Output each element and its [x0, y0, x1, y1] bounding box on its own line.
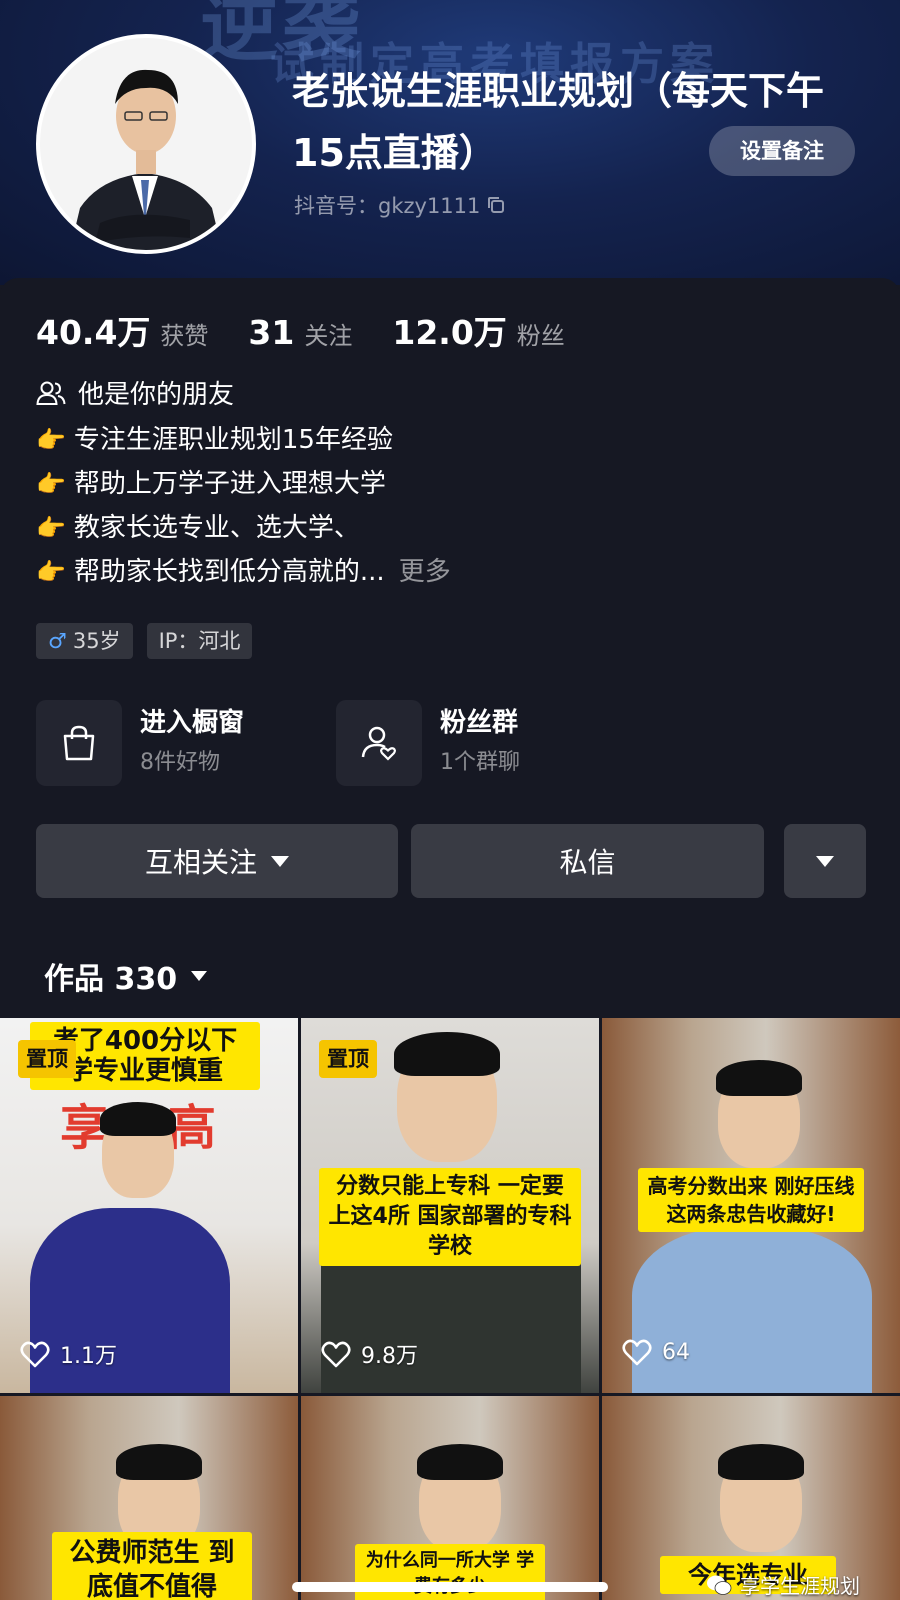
stats-row: 40.4万 获赞 31 关注 12.0万 粉丝 — [36, 306, 605, 354]
following-label[interactable]: 关注 — [304, 316, 352, 351]
thumbnail-person-body — [632, 1228, 872, 1393]
pinned-badge: 置顶 — [18, 1040, 76, 1078]
watermark: 享学生涯规划 — [706, 1570, 860, 1599]
profile-panel: 40.4万 获赞 31 关注 12.0万 粉丝 他是你的朋友 👉 专注生涯职业规… — [0, 278, 900, 1018]
shop-row: 进入橱窗 8件好物 粉丝群 1个群聊 — [36, 700, 866, 786]
video-likes: 9.8万 — [321, 1338, 418, 1370]
set-remark-button[interactable]: 设置备注 — [709, 126, 855, 176]
home-indicator[interactable] — [292, 1582, 608, 1592]
following-count[interactable]: 31 — [248, 313, 294, 352]
mutual-follow-label: 互相关注 — [144, 846, 257, 879]
shopping-bag-icon — [63, 725, 95, 761]
shop-text: 进入橱窗 8件好物 — [140, 703, 244, 783]
shop-window-title: 进入橱窗 — [140, 708, 245, 738]
pointing-finger-icon: 👉 — [36, 470, 66, 498]
thumbnail-person-hair — [716, 1060, 802, 1096]
message-label: 私信 — [559, 846, 616, 879]
profile-banner: 逆袭 试制定高考填报方案 老张说生涯职业规划（每天下午15点直播） 设置备注 抖… — [0, 0, 900, 285]
friend-indicator: 他是你的朋友 — [36, 374, 234, 411]
friends-icon — [36, 381, 66, 405]
pointing-finger-icon: 👉 — [36, 426, 66, 454]
bio-text: 帮助上万学子进入理想大学 — [73, 469, 386, 499]
fan-group-subtitle: 1个群聊 — [440, 750, 520, 775]
bio-more-link[interactable]: 更多 — [399, 550, 451, 594]
fan-group-entry[interactable]: 粉丝群 1个群聊 — [336, 700, 520, 786]
copy-icon[interactable] — [486, 195, 506, 215]
heart-icon — [622, 1339, 652, 1366]
more-options-button[interactable] — [784, 824, 866, 898]
mutual-follow-button[interactable]: 互相关注 — [36, 824, 398, 898]
pointing-finger-icon: 👉 — [36, 558, 66, 586]
message-button[interactable]: 私信 — [411, 824, 764, 898]
bio-text: 教家长选专业、选大学、 — [73, 513, 360, 543]
video-caption: 分数只能上专科 一定要上这4所 国家部署的专科学校 — [319, 1168, 581, 1266]
chevron-down-icon — [816, 855, 834, 867]
fan-group-title: 粉丝群 — [440, 708, 519, 738]
douyin-id[interactable]: 抖音号：gkzy1111 — [294, 190, 506, 220]
video-tile[interactable]: 高考分数出来 刚好压线 这两条忠告收藏好! 64 — [602, 1018, 900, 1393]
works-label: 作品 330 — [44, 962, 178, 997]
video-tile[interactable]: 分数只能上专科 一定要上这4所 国家部署的专科学校 置顶 9.8万 — [301, 1018, 599, 1393]
bio-text: 帮助家长找到低分高就的... — [73, 557, 385, 587]
video-caption: 高考分数出来 刚好压线 这两条忠告收藏好! — [638, 1168, 864, 1232]
pinned-badge: 置顶 — [319, 1040, 377, 1078]
shop-icon-box — [36, 700, 122, 786]
thumbnail-person-hair — [100, 1102, 176, 1136]
followers-label[interactable]: 粉丝 — [517, 316, 565, 351]
video-tile[interactable]: 为什么同一所大学 学费有多少 — [301, 1396, 599, 1600]
watermark-text: 享学生涯规划 — [740, 1574, 860, 1598]
video-likes: 1.1万 — [20, 1338, 117, 1370]
thumbnail-person-hair — [394, 1032, 500, 1076]
wechat-icon — [707, 1575, 732, 1595]
ip-tag: IP：河北 — [146, 623, 253, 659]
heart-icon — [321, 1341, 351, 1368]
video-tile[interactable]: 公费师范生 到底值不值得 — [0, 1396, 298, 1600]
video-caption: 公费师范生 到底值不值得 — [52, 1532, 252, 1600]
likes-count-text: 64 — [662, 1339, 690, 1365]
fan-group-icon-box — [336, 700, 422, 786]
age-text: 35岁 — [72, 629, 121, 653]
bio-line: 👉 专注生涯职业规划15年经验 — [36, 418, 856, 462]
bio-line: 👉 帮助上万学子进入理想大学 — [36, 462, 856, 506]
ip-text: IP：河北 — [158, 629, 241, 653]
likes-count[interactable]: 40.4万 — [36, 306, 150, 354]
avatar-portrait — [40, 38, 252, 250]
fan-group-icon — [361, 726, 396, 761]
video-likes: 64 — [622, 1338, 690, 1366]
heart-icon — [20, 1341, 50, 1368]
bio-text: 专注生涯职业规划15年经验 — [73, 425, 393, 455]
likes-count-text: 9.8万 — [361, 1344, 418, 1369]
likes-label[interactable]: 获赞 — [160, 316, 208, 351]
profile-tags: ♂ 35岁 IP：河北 — [36, 623, 253, 659]
followers-count[interactable]: 12.0万 — [392, 306, 506, 354]
thumbnail-person-hair — [116, 1444, 202, 1480]
fan-group-text: 粉丝群 1个群聊 — [440, 703, 520, 783]
likes-count-text: 1.1万 — [60, 1344, 117, 1369]
avatar[interactable] — [36, 34, 256, 254]
chevron-down-icon — [191, 971, 208, 981]
shop-window-subtitle: 8件好物 — [140, 750, 220, 775]
action-buttons: 互相关注 私信 — [36, 824, 868, 898]
age-tag: ♂ 35岁 — [36, 623, 133, 659]
video-tile[interactable]: 享学高 考了400分以下 学专业更慎重 置顶 1.1万 — [0, 1018, 298, 1393]
shop-window-entry[interactable]: 进入橱窗 8件好物 — [36, 700, 244, 786]
works-tab[interactable]: 作品 330 — [44, 954, 208, 998]
friend-text: 他是你的朋友 — [78, 380, 235, 410]
bio-line: 👉 帮助家长找到低分高就的... 更多 — [36, 550, 856, 594]
bio-line: 👉 教家长选专业、选大学、 — [36, 506, 856, 550]
video-grid: 享学高 考了400分以下 学专业更慎重 置顶 1.1万 分数只能上专科 一定要上… — [0, 1018, 900, 1600]
chevron-down-icon — [271, 855, 289, 867]
male-icon: ♂ — [48, 629, 67, 653]
bio[interactable]: 👉 专注生涯职业规划15年经验 👉 帮助上万学子进入理想大学 👉 教家长选专业、… — [36, 418, 856, 594]
pointing-finger-icon: 👉 — [36, 514, 66, 542]
thumbnail-person-hair — [417, 1444, 503, 1480]
thumbnail-person-hair — [718, 1444, 804, 1480]
douyin-id-text: 抖音号：gkzy1111 — [294, 194, 481, 218]
